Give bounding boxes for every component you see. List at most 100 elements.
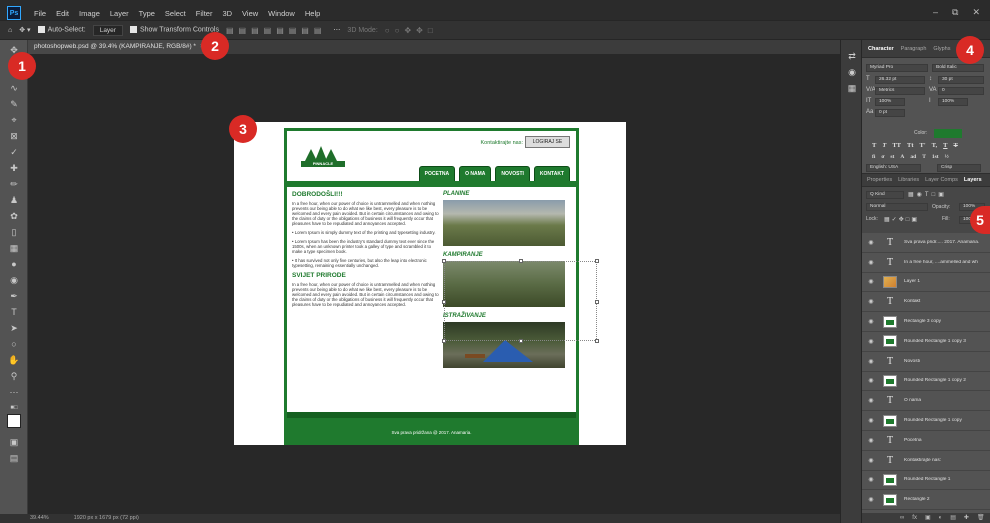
layer-row[interactable]: ◉ T Pocetna (862, 431, 990, 451)
layer-filter-select[interactable]: Q Kind (866, 191, 904, 199)
menu-edit[interactable]: Edit (51, 9, 74, 18)
blur-tool-icon[interactable]: ● (8, 258, 20, 270)
transform-handle[interactable] (595, 259, 599, 263)
link-layers-icon[interactable]: ∞ (900, 513, 904, 523)
menu-select[interactable]: Select (160, 9, 191, 18)
auto-select-checkbox[interactable]: Auto-Select: (37, 26, 86, 34)
zoom-level[interactable]: 39.44% (30, 514, 49, 523)
discretionary-button[interactable]: ơ (881, 154, 884, 160)
login-button[interactable]: LOGIRAJ SE (525, 136, 570, 148)
dodge-tool-icon[interactable]: ◉ (8, 274, 20, 286)
titling-button[interactable]: ad (910, 154, 916, 160)
lasso-tool-icon[interactable]: ∿ (8, 82, 20, 94)
layer-style-icon[interactable]: fx (912, 513, 917, 523)
ordinal-suffix-button[interactable]: 1st (932, 154, 939, 160)
swatches-panel-icon[interactable]: ▦ (846, 82, 858, 94)
transform-handle[interactable] (595, 300, 599, 304)
nav-kontakt[interactable]: KONTAKT (533, 166, 570, 182)
tab-paragraph[interactable]: Paragraph (901, 46, 927, 52)
tab-layers[interactable]: Layers (964, 177, 982, 183)
edit-toolbar-icon[interactable]: ⋯ (8, 386, 20, 398)
font-style-select[interactable]: Bold Italic (932, 64, 984, 72)
layer-row[interactable]: ◉ Layer 1 (862, 273, 990, 293)
adjustment-layer-icon[interactable]: ◐ (939, 513, 943, 523)
tab-character[interactable]: Character (868, 46, 894, 52)
history-brush-tool-icon[interactable]: ✿ (8, 210, 20, 222)
superscript-button[interactable]: T' (920, 142, 926, 149)
fractions-button[interactable]: ½ (945, 154, 949, 160)
zoom-tool-icon[interactable]: ⚲ (8, 370, 20, 382)
eraser-tool-icon[interactable]: ▯ (8, 226, 20, 238)
layer-row[interactable]: ◉ T Kontakt (862, 292, 990, 313)
nav-pocetna[interactable]: POCETNA (418, 166, 456, 182)
layer-row[interactable]: ◉ Rounded Rectangle 1 (862, 471, 990, 491)
visibility-eye-icon[interactable]: ◉ (865, 417, 877, 424)
layer-row[interactable]: ◉ T In a free hour, ....ammelled and wh (862, 253, 990, 273)
clone-stamp-tool-icon[interactable]: ♟ (8, 194, 20, 206)
menu-window[interactable]: Window (263, 9, 300, 18)
nav-novosti[interactable]: NOVOSTI (495, 166, 530, 182)
transform-handle[interactable] (595, 339, 599, 343)
hand-tool-icon[interactable]: ✋ (8, 354, 20, 366)
color-panel-icon[interactable]: ◉ (846, 66, 858, 78)
layer-row[interactable]: ◉ Rounded Rectangle 1 copy 3 (862, 332, 990, 352)
add-mask-icon[interactable]: ▣ (925, 513, 931, 523)
layer-row[interactable]: ◉ Rounded Rectangle 1 copy 2 (862, 372, 990, 392)
align-icons[interactable]: ▤▤▤▤▤▤▤▤ (226, 26, 326, 35)
visibility-eye-icon[interactable]: ◉ (865, 318, 877, 325)
underline-button[interactable]: T (943, 142, 947, 149)
crop-tool-icon[interactable]: ⌖ (8, 114, 20, 126)
visibility-eye-icon[interactable]: ◉ (865, 496, 877, 503)
layer-row[interactable]: ◉ T Novosti (862, 352, 990, 372)
eyedropper-tool-icon[interactable]: ✓ (8, 146, 20, 158)
transform-handle[interactable] (442, 300, 446, 304)
layer-row[interactable]: ◉ T O nama (862, 391, 990, 412)
transform-handle[interactable] (519, 339, 523, 343)
new-layer-icon[interactable]: ✚ (964, 513, 969, 523)
visibility-eye-icon[interactable]: ◉ (865, 476, 877, 483)
all-caps-button[interactable]: TT (892, 142, 901, 149)
default-colors-icon[interactable]: ■□ (8, 402, 20, 414)
menu-layer[interactable]: Layer (105, 9, 134, 18)
document-info[interactable]: 1920 px x 1679 px (72 ppi) (74, 514, 139, 523)
show-transform-controls-checkbox[interactable]: Show Transform Controls (129, 26, 219, 34)
layer-row[interactable]: ◉ Rectangle 2 (862, 490, 990, 511)
ligatures-button[interactable]: fi (872, 154, 875, 160)
transform-handle[interactable] (442, 259, 446, 263)
horizontal-scale-field[interactable]: 100% (938, 98, 968, 106)
menu-3d[interactable]: 3D (217, 9, 237, 18)
tracking-field[interactable]: 0 (938, 87, 984, 95)
healing-brush-tool-icon[interactable]: ✚ (8, 162, 20, 174)
transform-selection-box[interactable] (442, 259, 599, 343)
text-color-swatch[interactable] (934, 129, 962, 138)
baseline-shift-field[interactable]: 0 pt (875, 109, 905, 117)
tab-layer-comps[interactable]: Layer Comps (925, 177, 958, 183)
tab-libraries[interactable]: Libraries (898, 177, 919, 183)
restore-icon[interactable]: ⧉ (952, 7, 958, 18)
visibility-eye-icon[interactable]: ◉ (865, 338, 877, 345)
font-family-select[interactable]: Myriad Pro (866, 64, 928, 72)
layer-row[interactable]: ◉ Rectangle 3 copy (862, 312, 990, 332)
transform-handle[interactable] (519, 259, 523, 263)
quick-select-tool-icon[interactable]: ✎ (8, 98, 20, 110)
layer-row[interactable]: ◉ T Sva prava pridr..... 2017. Anamaria. (862, 233, 990, 253)
font-size-field[interactable]: 26.32 pt (875, 76, 925, 84)
menu-help[interactable]: Help (300, 9, 325, 18)
blend-mode-select[interactable]: Normal (866, 203, 928, 211)
stylistic-button[interactable]: A (900, 154, 904, 160)
layer-row[interactable]: ◉ T Kontaktirajte nas: (862, 451, 990, 471)
visibility-eye-icon[interactable]: ◉ (865, 377, 877, 384)
layer-row[interactable]: ◉ Rounded Rectangle 1 copy (862, 411, 990, 431)
tab-properties[interactable]: Properties (867, 177, 892, 183)
small-caps-button[interactable]: Tt (907, 142, 914, 149)
gradient-tool-icon[interactable]: ▦ (8, 242, 20, 254)
subscript-button[interactable]: T, (932, 142, 937, 149)
visibility-eye-icon[interactable]: ◉ (865, 298, 877, 305)
language-select[interactable]: English: USA (866, 164, 921, 172)
lock-icons[interactable]: ▦✓✥□▣ (884, 216, 919, 223)
shape-tool-icon[interactable]: ○ (8, 338, 20, 350)
visibility-eye-icon[interactable]: ◉ (865, 457, 877, 464)
menu-image[interactable]: Image (74, 9, 105, 18)
tab-glyphs[interactable]: Glyphs (933, 46, 950, 52)
close-icon[interactable]: ✕ (972, 7, 980, 18)
